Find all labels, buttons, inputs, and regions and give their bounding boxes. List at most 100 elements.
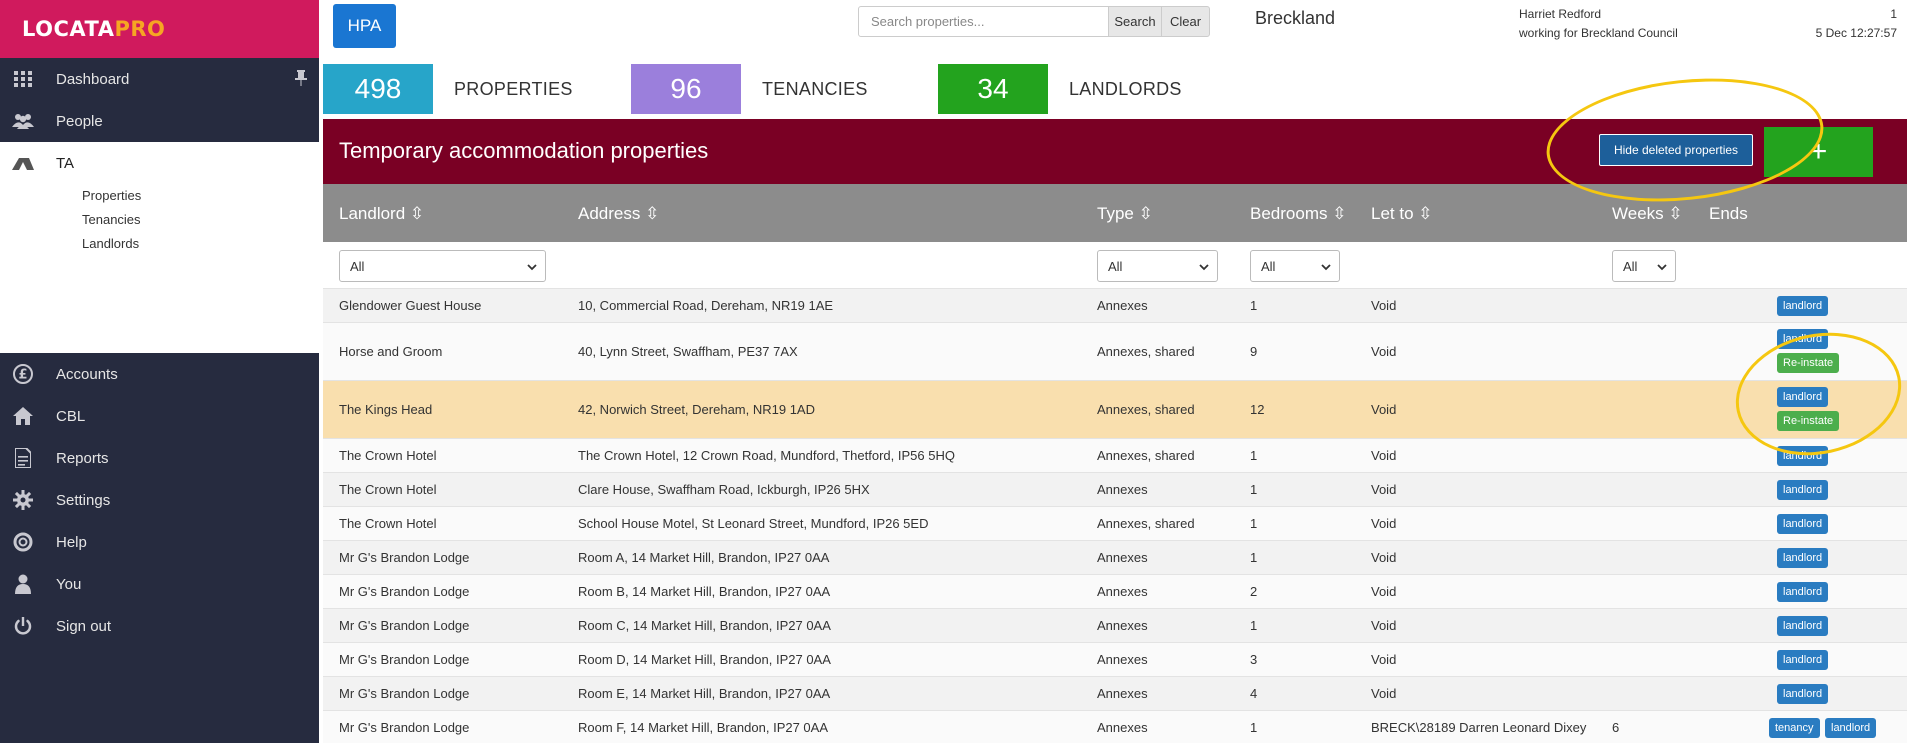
cell-type: Annexes [1097, 652, 1148, 667]
sidebar-item-label: People [56, 112, 103, 130]
landlord-badge-button[interactable]: landlord [1777, 582, 1829, 602]
reinstate-button[interactable]: Re-instate [1777, 353, 1840, 373]
column-header-landlord[interactable]: Landlord ⇳ [339, 204, 424, 224]
cell-landlord: Mr G's Brandon Lodge [339, 618, 470, 633]
sidebar-subitem-properties[interactable]: Properties [0, 184, 319, 208]
tenancy-badge-button[interactable]: tenancy [1769, 718, 1820, 738]
user-info: Harriet Redford working for Breckland Co… [1519, 5, 1678, 43]
column-header-ends[interactable]: Ends [1709, 204, 1748, 224]
sidebar-item-accounts[interactable]: £ Accounts [0, 353, 319, 395]
landlord-badge-button[interactable]: landlord [1777, 616, 1829, 636]
table-header: Landlord ⇳ Address ⇳ Type ⇳ Bedrooms ⇳ L… [323, 184, 1907, 242]
search-button[interactable]: Search [1108, 6, 1162, 37]
table-row[interactable]: Mr G's Brandon Lodge Room E, 14 Market Hi… [323, 676, 1907, 710]
cell-landlord: Mr G's Brandon Lodge [339, 686, 470, 701]
cell-bedrooms: 1 [1250, 298, 1258, 313]
landlord-badge-button[interactable]: landlord [1777, 446, 1829, 466]
type-filter-select[interactable]: All [1097, 250, 1218, 282]
table-row[interactable]: Mr G's Brandon Lodge Room B, 14 Market Hi… [323, 574, 1907, 608]
logo-text: LOCATA [22, 17, 115, 41]
grid-icon [10, 68, 36, 90]
cell-landlord: Horse and Groom [339, 344, 443, 359]
lifebuoy-icon [10, 531, 36, 553]
sidebar-subitem-landlords[interactable]: Landlords [0, 232, 319, 256]
cell-address: Clare House, Swaffham Road, Ickburgh, IP… [578, 482, 870, 497]
sidebar-item-label: Help [56, 533, 87, 551]
sidebar-item-settings[interactable]: Settings [0, 479, 319, 521]
chevron-down-icon [1657, 260, 1667, 275]
cell-bedrooms: 1 [1250, 448, 1258, 463]
landlord-badge-button[interactable]: landlord [1777, 650, 1829, 670]
column-header-weeks[interactable]: Weeks ⇳ [1612, 204, 1683, 224]
cell-bedrooms: 2 [1250, 584, 1258, 599]
sidebar-item-you[interactable]: You [0, 563, 319, 605]
session-info: 1 5 Dec 12:27:57 [1816, 5, 1897, 43]
current-datetime: 5 Dec 12:27:57 [1815, 26, 1897, 40]
cell-landlord: The Crown Hotel [339, 516, 437, 531]
hpa-button[interactable]: HPA [333, 4, 396, 48]
table-row[interactable]: Mr G's Brandon Lodge Room D, 14 Market Hi… [323, 642, 1907, 676]
weeks-filter-select[interactable]: All [1612, 250, 1676, 282]
cell-bedrooms: 3 [1250, 652, 1258, 667]
landlord-badge-button[interactable]: landlord [1777, 329, 1829, 349]
stat-properties[interactable]: 498 PROPERTIES [323, 64, 573, 114]
table-row[interactable]: The Kings Head 42, Norwich Street, Dereha… [323, 380, 1907, 438]
add-property-button[interactable]: + [1764, 127, 1873, 177]
table-row[interactable]: Horse and Groom 40, Lynn Street, Swaffham… [323, 322, 1907, 380]
sidebar-item-reports[interactable]: Reports [0, 437, 319, 479]
table-row[interactable]: Mr G's Brandon Lodge Room C, 14 Market Hi… [323, 608, 1907, 642]
table-row[interactable]: Mr G's Brandon Lodge Room A, 14 Market Hi… [323, 540, 1907, 574]
sidebar-item-sign-out[interactable]: Sign out [0, 605, 319, 647]
pin-icon[interactable] [295, 70, 307, 90]
cell-address: 42, Norwich Street, Dereham, NR19 1AD [578, 402, 815, 417]
user-name[interactable]: Harriet Redford [1519, 5, 1678, 24]
cell-type: Annexes [1097, 618, 1148, 633]
cell-landlord: Mr G's Brandon Lodge [339, 720, 470, 735]
table-row[interactable]: The Crown Hotel School House Motel, St Le… [323, 506, 1907, 540]
sidebar-item-people[interactable]: People [0, 100, 319, 142]
bedrooms-filter-select[interactable]: All [1250, 250, 1340, 282]
cell-type: Annexes, shared [1097, 344, 1195, 359]
column-header-let-to[interactable]: Let to ⇳ [1371, 204, 1433, 224]
cell-let-to: Void [1371, 344, 1397, 359]
filter-value: All [1623, 258, 1638, 274]
landlord-filter-select[interactable]: All [339, 250, 546, 282]
column-header-bedrooms[interactable]: Bedrooms ⇳ [1250, 204, 1346, 224]
hide-deleted-button[interactable]: Hide deleted properties [1599, 134, 1753, 166]
sidebar-item-dashboard[interactable]: Dashboard [0, 58, 319, 100]
table-row[interactable]: Glendower Guest House 10, Commercial Road… [323, 288, 1907, 322]
stat-value: 498 [323, 64, 433, 114]
clear-button[interactable]: Clear [1161, 6, 1210, 37]
column-header-address[interactable]: Address ⇳ [578, 204, 659, 224]
sidebar-item-help[interactable]: Help [0, 521, 319, 563]
sidebar-item-ta-header[interactable]: TA [0, 142, 319, 184]
sidebar-item-ta[interactable]: TA Properties Tenancies Landlords [0, 142, 319, 353]
landlord-badge-button[interactable]: landlord [1777, 480, 1829, 500]
sidebar-item-cbl[interactable]: CBL [0, 395, 319, 437]
locatapro-logo[interactable]: LOCATA PRO [0, 0, 319, 58]
landlord-badge-button[interactable]: landlord [1777, 387, 1829, 407]
stat-tenancies[interactable]: 96 TENANCIES [631, 64, 868, 114]
table-row[interactable]: Mr G's Brandon Lodge Room F, 14 Market Hi… [323, 710, 1907, 743]
cell-type: Annexes [1097, 584, 1148, 599]
table-row[interactable]: The Crown Hotel Clare House, Swaffham Roa… [323, 472, 1907, 506]
landlord-badge-button[interactable]: landlord [1777, 684, 1829, 704]
svg-text:£: £ [18, 368, 27, 383]
table-body: Glendower Guest House 10, Commercial Road… [323, 288, 1907, 743]
stat-landlords[interactable]: 34 LANDLORDS [938, 64, 1182, 114]
landlord-badge-button[interactable]: landlord [1777, 548, 1829, 568]
landlord-badge-button[interactable]: landlord [1825, 718, 1877, 738]
landlord-badge-button[interactable]: landlord [1777, 296, 1829, 316]
notification-count[interactable]: 1 [1816, 5, 1897, 24]
reinstate-button[interactable]: Re-instate [1777, 411, 1840, 431]
chevron-down-icon [1321, 260, 1331, 275]
table-row[interactable]: The Crown Hotel The Crown Hotel, 12 Crown… [323, 438, 1907, 472]
sidebar-item-label: You [56, 575, 82, 593]
search-input[interactable] [858, 6, 1109, 37]
cell-bedrooms: 12 [1250, 402, 1265, 417]
sidebar-subitem-tenancies[interactable]: Tenancies [0, 208, 319, 232]
cell-type: Annexes [1097, 720, 1148, 735]
cell-landlord: The Kings Head [339, 402, 433, 417]
column-header-type[interactable]: Type ⇳ [1097, 204, 1153, 224]
landlord-badge-button[interactable]: landlord [1777, 514, 1829, 534]
